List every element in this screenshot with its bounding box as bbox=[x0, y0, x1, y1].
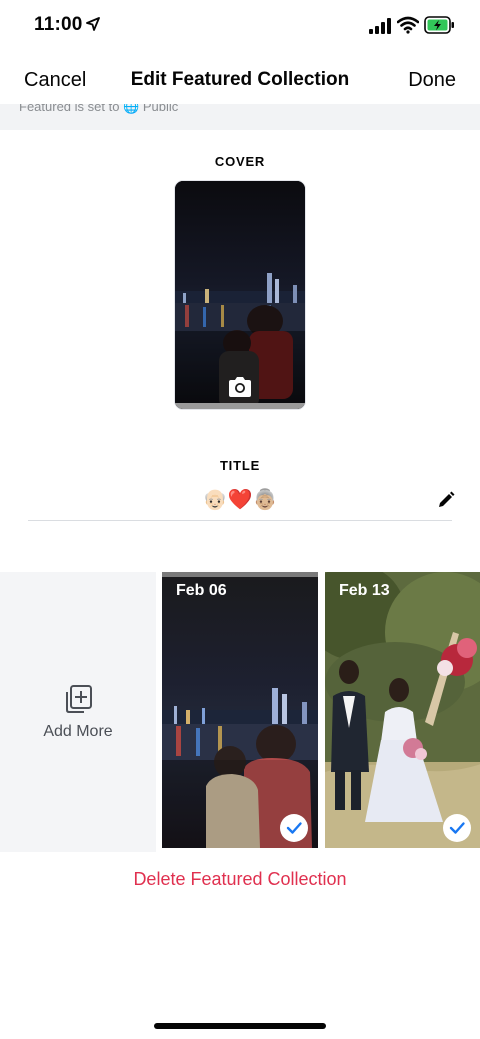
cover-bottom-bar bbox=[175, 403, 305, 409]
story-tile[interactable]: Feb 06 bbox=[162, 572, 318, 848]
check-icon bbox=[449, 822, 465, 834]
selected-check[interactable] bbox=[280, 814, 308, 842]
story-date: Feb 06 bbox=[176, 582, 227, 599]
add-photos-icon bbox=[66, 685, 92, 713]
battery-charging-icon bbox=[424, 16, 454, 34]
nav-bar: Cancel Edit Featured Collection Done bbox=[0, 52, 480, 112]
title-underline bbox=[28, 520, 452, 521]
cover-image[interactable] bbox=[175, 181, 305, 409]
pencil-icon[interactable] bbox=[437, 491, 455, 509]
title-input[interactable]: 👴🏻❤️👵🏼 bbox=[0, 486, 480, 512]
cellular-signal-icon bbox=[369, 18, 391, 34]
cover-photo bbox=[175, 181, 305, 409]
done-button[interactable]: Done bbox=[408, 69, 456, 92]
camera-icon[interactable] bbox=[227, 376, 253, 398]
title-label: TITLE bbox=[219, 458, 261, 473]
story-tile[interactable]: Feb 13 bbox=[325, 572, 480, 848]
wifi-icon bbox=[397, 16, 419, 34]
story-date: Feb 13 bbox=[339, 582, 390, 599]
selected-check[interactable] bbox=[443, 814, 471, 842]
home-indicator[interactable] bbox=[154, 1023, 326, 1029]
status-bar: 11:00 bbox=[0, 0, 480, 52]
privacy-text: Featured is set to 🌐 Public bbox=[19, 104, 179, 114]
privacy-strip: Featured is set to 🌐 Public bbox=[0, 104, 480, 130]
location-arrow-icon bbox=[86, 17, 100, 31]
delete-collection-button[interactable]: Delete Featured Collection bbox=[0, 869, 480, 890]
story-photo bbox=[325, 572, 480, 848]
add-more-label: Add More bbox=[43, 723, 113, 740]
check-icon bbox=[286, 822, 302, 834]
cover-label: COVER bbox=[214, 154, 266, 169]
add-more-button[interactable]: Add More bbox=[0, 572, 156, 852]
status-time: 11:00 bbox=[34, 14, 83, 35]
story-photo bbox=[162, 572, 318, 848]
